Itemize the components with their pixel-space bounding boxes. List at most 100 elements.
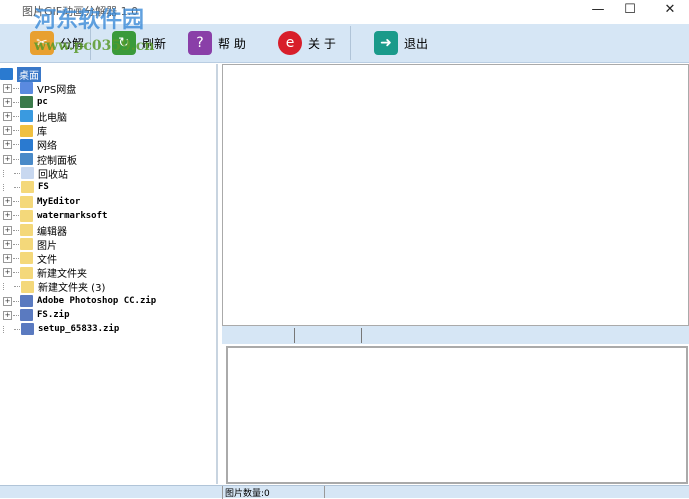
toolbar-separator [90,26,91,60]
network-icon [20,138,33,151]
tree-item[interactable]: 回收站 [0,166,68,181]
tree-line [13,130,19,132]
frame-tab-strip[interactable] [222,326,689,344]
tree-item-label: FS [38,182,49,193]
tree-root-desktop[interactable]: 桌面 [0,66,41,82]
expand-toggle[interactable]: + [3,126,12,136]
about-icon: e [278,31,302,55]
tree-item-label: Adobe Photoshop CC.zip [37,296,157,306]
maximize-button[interactable]: ☐ [612,0,648,22]
expand-toggle[interactable]: + [3,154,12,164]
tree-item[interactable]: + Adobe Photoshop CC.zip [0,294,156,308]
about-button[interactable]: e关 于 [278,28,336,58]
exit-label: 退出 [404,36,429,51]
expand-toggle[interactable]: + [3,253,12,263]
tree-item-label: 图片 [37,240,57,252]
user-icon [20,96,33,109]
expand-toggle[interactable]: + [3,83,12,93]
status-divider [324,486,325,498]
tree-item[interactable]: + 新建文件夹 [0,266,87,280]
tree-item[interactable]: + FS.zip [0,308,70,322]
tree-item[interactable]: + 控制面板 [0,152,77,167]
tree-line [13,201,19,203]
frame-count: 图片数量:0 [222,486,270,499]
toolbar-separator [350,26,351,60]
tree-line [13,158,19,160]
tree-item[interactable]: + MyEditor [0,195,80,209]
tree-item[interactable]: + pc [0,95,48,109]
tree-line [13,115,19,117]
tree-line [3,183,13,191]
library-icon [20,124,33,137]
tree-line [3,325,13,333]
folder-icon [20,252,33,265]
tree-item[interactable]: + 图片 [0,237,57,252]
expand-toggle[interactable]: + [3,296,12,306]
folder-icon [20,266,33,279]
decompose-icon: ✂ [30,31,54,55]
tree-line [13,272,19,274]
tree-item-label: 此电脑 [37,112,67,124]
help-label: 帮 助 [218,36,246,51]
refresh-button[interactable]: ↻ 刷新 [112,28,166,58]
zip-icon [20,309,33,322]
expand-toggle[interactable]: + [3,268,12,278]
close-button[interactable]: ✕ [652,0,688,22]
tree-line [13,257,19,259]
exit-button[interactable]: ➜ 退出 [374,28,428,58]
zip-icon [21,323,34,336]
expand-toggle[interactable]: + [3,197,12,207]
decompose-button[interactable]: ✂ 分解 [30,28,84,58]
window-title: 图片GIF动画分解器 1.0 [22,5,139,18]
expand-toggle[interactable]: + [3,310,12,320]
tree-item-label: 控制面板 [37,155,77,167]
about-label: 关 于 [308,36,336,51]
tree-item[interactable]: + 文件 [0,251,57,266]
expand-toggle[interactable]: + [3,239,12,249]
expand-toggle[interactable]: + [3,211,12,221]
toolbar: ✂ 分解 ↻ 刷新 ? 帮 助 e 关 于 ➜ 退出 [0,24,689,63]
folder-icon [21,280,34,293]
tab-divider [294,328,295,343]
help-book-icon: ? [188,31,212,55]
folder-icon [20,238,33,251]
refresh-label: 刷新 [142,36,167,51]
tree-item[interactable]: 新建文件夹 (3) [0,280,105,294]
expand-toggle[interactable]: + [3,140,12,150]
frames-list[interactable] [226,346,688,484]
preview-pane [222,64,689,326]
desktop-icon [0,68,13,80]
tree-item-label: MyEditor [37,196,81,207]
tree-item-label: 库 [37,127,47,139]
tree-line [13,300,19,302]
tree-item[interactable]: + watermarksoft [0,209,107,223]
folder-tree[interactable]: 桌面 + VPS网盘 + pc + 此电脑 + 库 + 网络 + 控制面板 回收站 FS + MyEditor… [0,64,218,484]
help-button[interactable]: ? 帮 助 [188,28,246,58]
minimize-button[interactable]: — [580,0,616,22]
expand-toggle[interactable]: + [3,97,12,107]
tree-root-label: 桌面 [17,66,41,82]
tree-item[interactable]: + 库 [0,124,47,138]
tree-item-label: VPS网盘 [37,84,77,96]
tree-item[interactable]: + 编辑器 [0,223,67,238]
tree-item-label: 新建文件夹 (3) [38,283,106,295]
tree-item[interactable]: setup_65833.zip [0,322,119,336]
folder-icon [20,195,33,208]
tree-line [13,215,19,217]
cloud-icon [20,82,33,94]
control-panel-icon [20,153,33,165]
expand-toggle[interactable]: + [3,111,12,121]
computer-icon [20,110,33,123]
status-bar: 图片数量:0 [0,485,689,499]
tree-line [13,229,19,231]
expand-toggle[interactable]: + [3,225,12,235]
tree-item[interactable]: FS [0,180,49,194]
tree-item[interactable]: + VPS网盘 [0,81,77,96]
decompose-label: 分解 [60,36,85,51]
tree-item[interactable]: + 此电脑 [0,109,67,124]
tree-item-label: FS.zip [37,310,70,321]
tree-item-label: 回收站 [38,169,68,181]
tree-item[interactable]: + 网络 [0,138,57,152]
tree-item-label: setup_65833.zip [38,324,120,335]
tree-item-label: watermarksoft [37,210,108,221]
